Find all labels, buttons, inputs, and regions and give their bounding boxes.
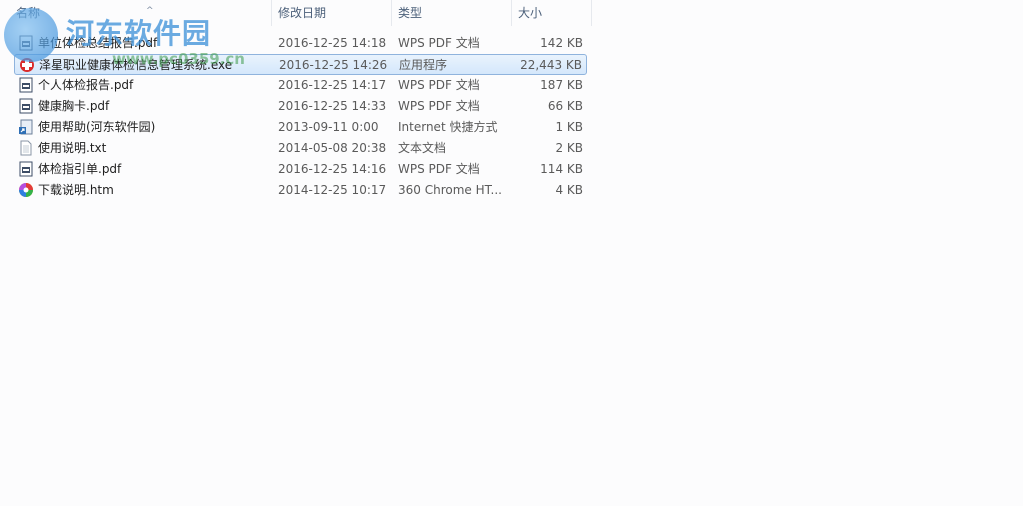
column-header-name-label: 名称 <box>16 6 41 20</box>
file-row[interactable]: 使用说明.txt 2014-05-08 20:38 文本文档 2 KB <box>14 138 587 159</box>
file-name: 使用说明.txt <box>38 141 107 155</box>
column-header-type-label: 类型 <box>398 6 423 20</box>
pdf-icon <box>19 35 33 51</box>
chrome-html-icon <box>19 183 33 197</box>
pdf-icon <box>19 77 33 93</box>
column-header-name[interactable]: 名称 ^ <box>10 0 272 26</box>
file-size: 22,443 KB <box>520 58 582 72</box>
pdf-icon <box>19 161 33 177</box>
column-header-size[interactable]: 大小 <box>512 0 592 26</box>
file-date: 2016-12-25 14:18 <box>278 36 387 50</box>
file-name: 健康胸卡.pdf <box>38 99 110 113</box>
file-date: 2016-12-25 14:17 <box>278 78 387 92</box>
file-type: WPS PDF 文档 <box>398 162 480 176</box>
file-date: 2013-09-11 0:00 <box>278 120 379 134</box>
file-type: 应用程序 <box>399 58 448 72</box>
file-size: 187 KB <box>540 78 583 92</box>
file-size: 66 KB <box>547 99 583 113</box>
file-size: 4 KB <box>555 183 583 197</box>
file-size: 114 KB <box>540 162 583 176</box>
file-name: 泽星职业健康体检信息管理系统.exe <box>39 58 233 72</box>
column-header: 名称 ^ 修改日期 类型 大小 <box>0 0 592 26</box>
sort-ascending-icon: ^ <box>146 6 154 16</box>
file-type: 文本文档 <box>398 141 447 155</box>
file-date: 2014-12-25 10:17 <box>278 183 387 197</box>
file-name: 个人体检报告.pdf <box>38 78 134 92</box>
column-header-date[interactable]: 修改日期 <box>272 0 392 26</box>
file-size: 1 KB <box>555 120 583 134</box>
file-date: 2016-12-25 14:33 <box>278 99 387 113</box>
file-row[interactable]: 体检指引单.pdf 2016-12-25 14:16 WPS PDF 文档 11… <box>14 159 587 180</box>
column-header-size-label: 大小 <box>518 6 543 20</box>
pdf-icon <box>19 98 33 114</box>
file-type: Internet 快捷方式 <box>398 120 498 134</box>
app-icon <box>20 58 34 72</box>
file-name: 单位体检总结报告.pdf <box>38 36 158 50</box>
file-row[interactable]: 健康胸卡.pdf 2016-12-25 14:33 WPS PDF 文档 66 … <box>14 96 587 117</box>
file-date: 2014-05-08 20:38 <box>278 141 387 155</box>
file-name: 下载说明.htm <box>38 183 114 197</box>
file-row[interactable]: 使用帮助(河东软件园) 2013-09-11 0:00 Internet 快捷方… <box>14 117 587 138</box>
column-header-type[interactable]: 类型 <box>392 0 512 26</box>
file-row-selected[interactable]: 泽星职业健康体检信息管理系统.exe 2016-12-25 14:26 应用程序… <box>14 54 587 75</box>
file-date: 2016-12-25 14:16 <box>278 162 387 176</box>
shortcut-icon <box>19 119 33 135</box>
file-row[interactable]: 个人体检报告.pdf 2016-12-25 14:17 WPS PDF 文档 1… <box>14 75 587 96</box>
file-name: 体检指引单.pdf <box>38 162 122 176</box>
file-date: 2016-12-25 14:26 <box>279 58 388 72</box>
text-file-icon <box>20 140 32 156</box>
file-row[interactable]: 下载说明.htm 2014-12-25 10:17 360 Chrome HT.… <box>14 180 587 201</box>
file-name: 使用帮助(河东软件园) <box>38 120 156 134</box>
file-type: WPS PDF 文档 <box>398 36 480 50</box>
file-type: 360 Chrome HT... <box>398 183 502 197</box>
column-header-date-label: 修改日期 <box>278 6 327 20</box>
file-type: WPS PDF 文档 <box>398 99 480 113</box>
file-size: 2 KB <box>555 141 583 155</box>
file-size: 142 KB <box>540 36 583 50</box>
file-row[interactable]: 单位体检总结报告.pdf 2016-12-25 14:18 WPS PDF 文档… <box>14 33 587 54</box>
file-type: WPS PDF 文档 <box>398 78 480 92</box>
